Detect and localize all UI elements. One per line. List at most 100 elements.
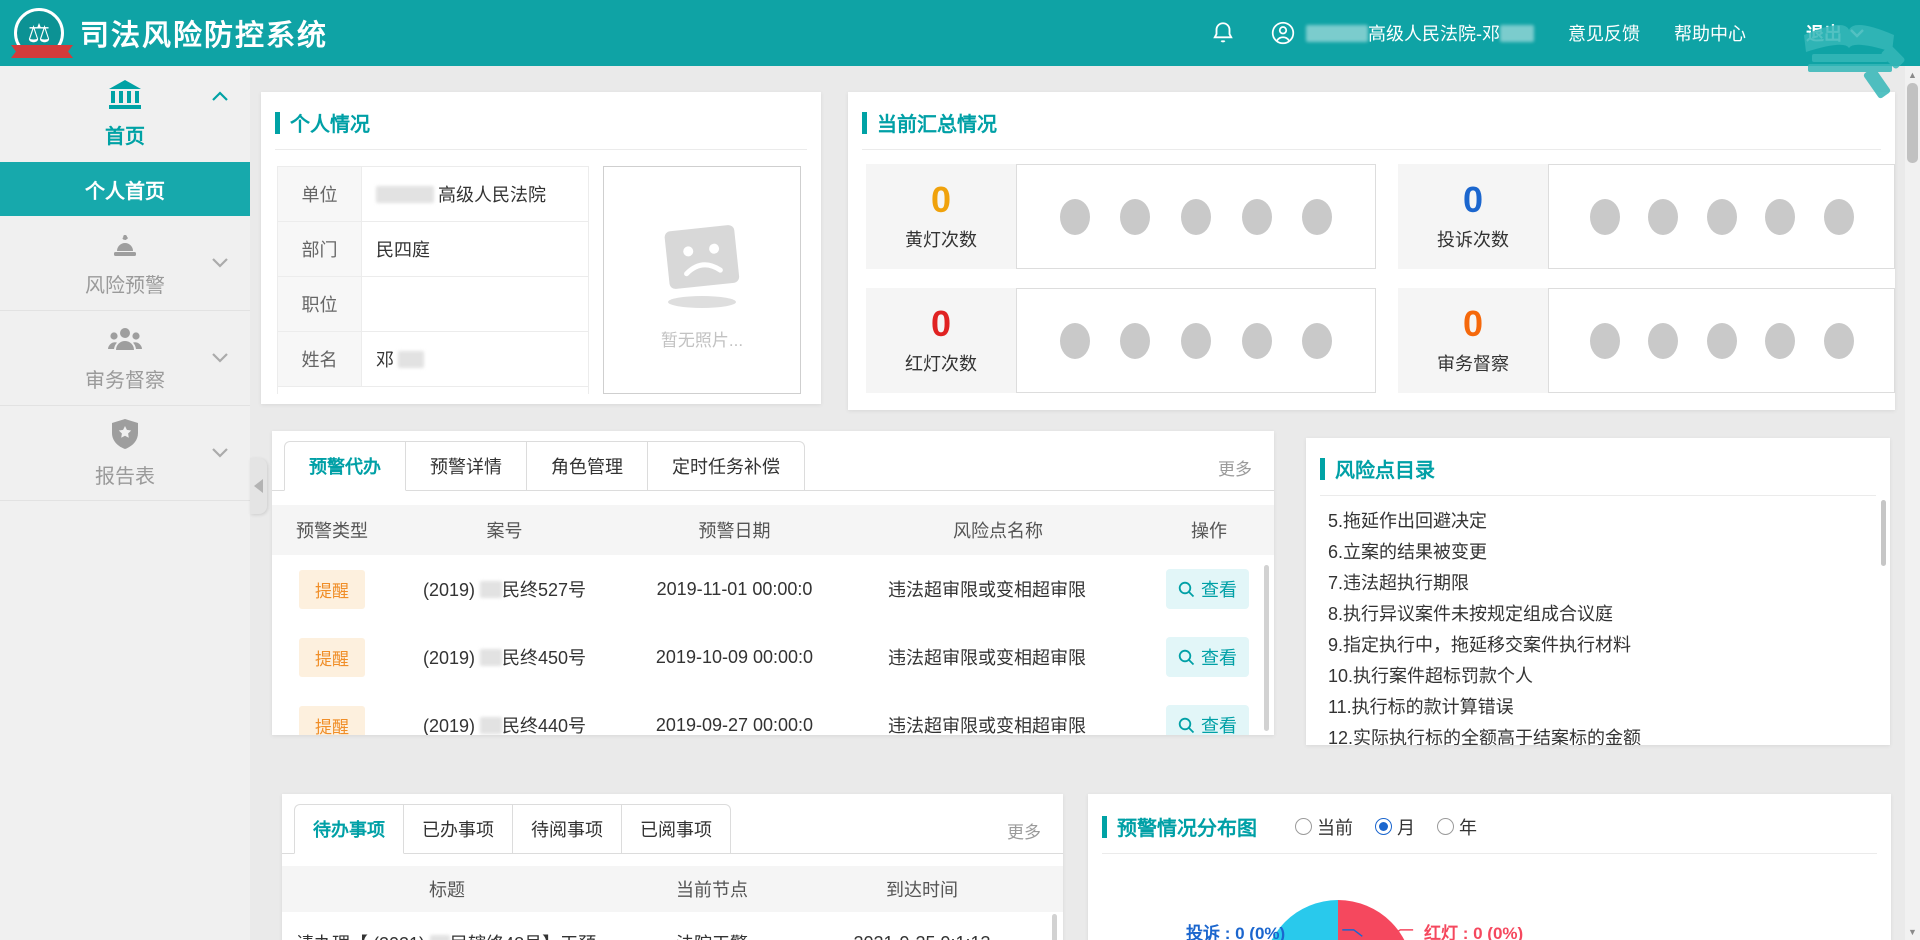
- profile-card: 个人情况 单位 高级人民法院 部门 民四庭 职位 姓名 邓: [261, 92, 821, 404]
- unit-value: 高级人民法院: [438, 181, 546, 207]
- tab-scheduled-task[interactable]: 定时任务补偿: [648, 441, 805, 491]
- table-scrollbar[interactable]: [1052, 914, 1057, 940]
- radio-current[interactable]: 当前: [1295, 814, 1353, 840]
- people-group-icon: [107, 324, 143, 354]
- summary-card: 当前汇总情况 0 黄灯次数 0 投诉次数 0 红灯次数 0 审务督察: [848, 92, 1895, 410]
- alerts-more-link[interactable]: 更多: [1218, 455, 1252, 480]
- list-item[interactable]: 9.指定执行中，拖延移交案件执行材料: [1328, 630, 1870, 661]
- home-bank-icon: [108, 80, 142, 110]
- list-item[interactable]: 6.立案的结果被变更: [1328, 537, 1870, 568]
- name-value: 邓: [376, 346, 394, 372]
- sidebar-item-label: 审务督察: [85, 364, 165, 393]
- tab-done[interactable]: 已办事项: [404, 804, 513, 854]
- tab-alert-detail[interactable]: 预警详情: [406, 441, 527, 491]
- field-label: 单位: [278, 167, 362, 221]
- chevron-down-icon: [212, 448, 228, 458]
- stat-label: 投诉次数: [1437, 226, 1509, 252]
- alerts-table-header: 预警类型 案号 预警日期 风险点名称 操作: [272, 505, 1274, 555]
- sidebar-item-report[interactable]: 报告表: [0, 406, 250, 501]
- app-title: 司法风险防控系统: [80, 12, 328, 54]
- sidebar-item-personal-home[interactable]: 个人首页: [0, 162, 250, 216]
- pie-label-red-light: 红灯 : 0 (0%): [1424, 919, 1523, 940]
- field-label: 职位: [278, 277, 362, 331]
- sidebar-collapse-handle[interactable]: [250, 458, 267, 514]
- list-item[interactable]: 8.执行异议案件未按规定组成合议庭: [1328, 599, 1870, 630]
- alerts-tabs: 预警代办 预警详情 角色管理 定时任务补偿: [272, 431, 1274, 491]
- list-item[interactable]: 7.违法超执行期限: [1328, 568, 1870, 599]
- radio-month[interactable]: 月: [1375, 814, 1415, 840]
- field-label: 姓名: [278, 332, 362, 386]
- alerts-card: 预警代办 预警详情 角色管理 定时任务补偿 更多 预警类型 案号 预警日期 风险…: [272, 431, 1274, 735]
- view-button[interactable]: 查看: [1166, 637, 1249, 677]
- sidebar-item-home[interactable]: 首页: [0, 66, 250, 162]
- chevron-down-icon: [212, 258, 228, 268]
- stat-trial-supervision: 0 审务督察: [1398, 288, 1895, 393]
- sidebar-item-label: 首页: [105, 120, 145, 149]
- risk-catalog-card: 风险点目录 5.拖延作出回避决定 6.立案的结果被变更 7.违法超执行期限 8.…: [1306, 438, 1890, 745]
- sidebar: 首页 个人首页 风险预警 审务督察 报告表: [0, 66, 250, 940]
- radio-selected-icon: [1375, 818, 1392, 835]
- column-header: 风险点名称: [852, 517, 1144, 543]
- chevron-down-icon: [212, 353, 228, 363]
- main-content: 个人情况 单位 高级人民法院 部门 民四庭 职位 姓名 邓: [250, 66, 1920, 940]
- todo-more-link[interactable]: 更多: [1007, 818, 1041, 843]
- bell-icon[interactable]: [1210, 20, 1236, 46]
- indicator-dots: [1016, 288, 1376, 393]
- list-scrollbar[interactable]: [1881, 500, 1886, 566]
- help-center-link[interactable]: 帮助中心: [1674, 20, 1746, 46]
- logo: ⚖ 司法风险防控系统: [14, 8, 328, 58]
- list-item[interactable]: 12.实际执行标的全额高于结案标的金额: [1328, 723, 1870, 745]
- redacted-text: [480, 717, 502, 734]
- stat-label: 审务督察: [1437, 350, 1509, 376]
- feedback-link[interactable]: 意见反馈: [1568, 20, 1640, 46]
- stat-value: 0: [1463, 182, 1483, 218]
- chevron-down-icon: [1850, 28, 1864, 38]
- radio-icon: [1437, 818, 1454, 835]
- distribution-card: 预警情况分布图 当前 月 年 投诉 : 0 (0%) 红灯 : 0 (0%): [1088, 794, 1891, 940]
- column-header: 预警日期: [617, 517, 852, 543]
- tab-to-read[interactable]: 待阅事项: [513, 804, 622, 854]
- scrollbar-thumb[interactable]: [1907, 83, 1918, 163]
- shield-star-icon: [110, 418, 140, 450]
- stat-red-light: 0 红灯次数: [866, 288, 1376, 393]
- sidebar-item-trial-supervision[interactable]: 审务督察: [0, 311, 250, 406]
- search-icon: [1178, 581, 1195, 598]
- view-button[interactable]: 查看: [1166, 705, 1249, 735]
- stat-label: 红灯次数: [905, 350, 977, 376]
- radio-icon: [1295, 818, 1312, 835]
- user-account[interactable]: 高级人民法院-邓: [1270, 20, 1534, 46]
- risk-catalog-title: 风险点目录: [1335, 454, 1435, 483]
- tab-read[interactable]: 已阅事项: [622, 804, 731, 854]
- scroll-down-arrow-icon[interactable]: ▼: [1905, 924, 1920, 939]
- logout-label: 退出: [1806, 20, 1842, 46]
- summary-title: 当前汇总情况: [877, 108, 997, 137]
- user-name: 高级人民法院-邓: [1368, 24, 1500, 44]
- stat-value: 0: [931, 182, 951, 218]
- page-scrollbar[interactable]: ▲ ▼: [1905, 66, 1920, 940]
- table-row: 提醒 (2019) 民终527号 2019-11-01 00:00:0 违法超审…: [272, 555, 1274, 623]
- list-item[interactable]: 10.执行案件超标罚款个人: [1328, 661, 1870, 692]
- list-item[interactable]: 11.执行标的款计算错误: [1328, 692, 1870, 723]
- user-icon: [1270, 20, 1296, 46]
- sidebar-item-risk-warning[interactable]: 风险预警: [0, 216, 250, 311]
- column-header: 预警类型: [272, 517, 392, 543]
- tab-role-management[interactable]: 角色管理: [527, 441, 648, 491]
- scroll-up-arrow-icon[interactable]: ▲: [1905, 67, 1920, 82]
- pie-leader-line: [1388, 927, 1414, 937]
- alert-type-badge: 提醒: [299, 570, 365, 609]
- pie-label-complaints: 投诉 : 0 (0%): [1186, 919, 1285, 940]
- radio-year[interactable]: 年: [1437, 814, 1477, 840]
- table-scrollbar[interactable]: [1264, 565, 1269, 731]
- profile-title: 个人情况: [290, 108, 370, 137]
- tab-todo[interactable]: 待办事项: [294, 804, 404, 854]
- todo-node: 法院干警: [612, 930, 812, 940]
- column-header: 当前节点: [612, 876, 812, 902]
- tab-alert-todo[interactable]: 预警代办: [284, 441, 406, 491]
- logout-button[interactable]: 退出: [1780, 20, 1890, 46]
- view-button[interactable]: 查看: [1166, 569, 1249, 609]
- risk-name: 违法超审限或变相超审限: [852, 712, 1144, 735]
- profile-table: 单位 高级人民法院 部门 民四庭 职位 姓名 邓: [277, 166, 589, 394]
- distribution-title: 预警情况分布图: [1117, 812, 1257, 841]
- redacted-text: [1500, 25, 1534, 42]
- list-item[interactable]: 5.拖延作出回避决定: [1328, 506, 1870, 537]
